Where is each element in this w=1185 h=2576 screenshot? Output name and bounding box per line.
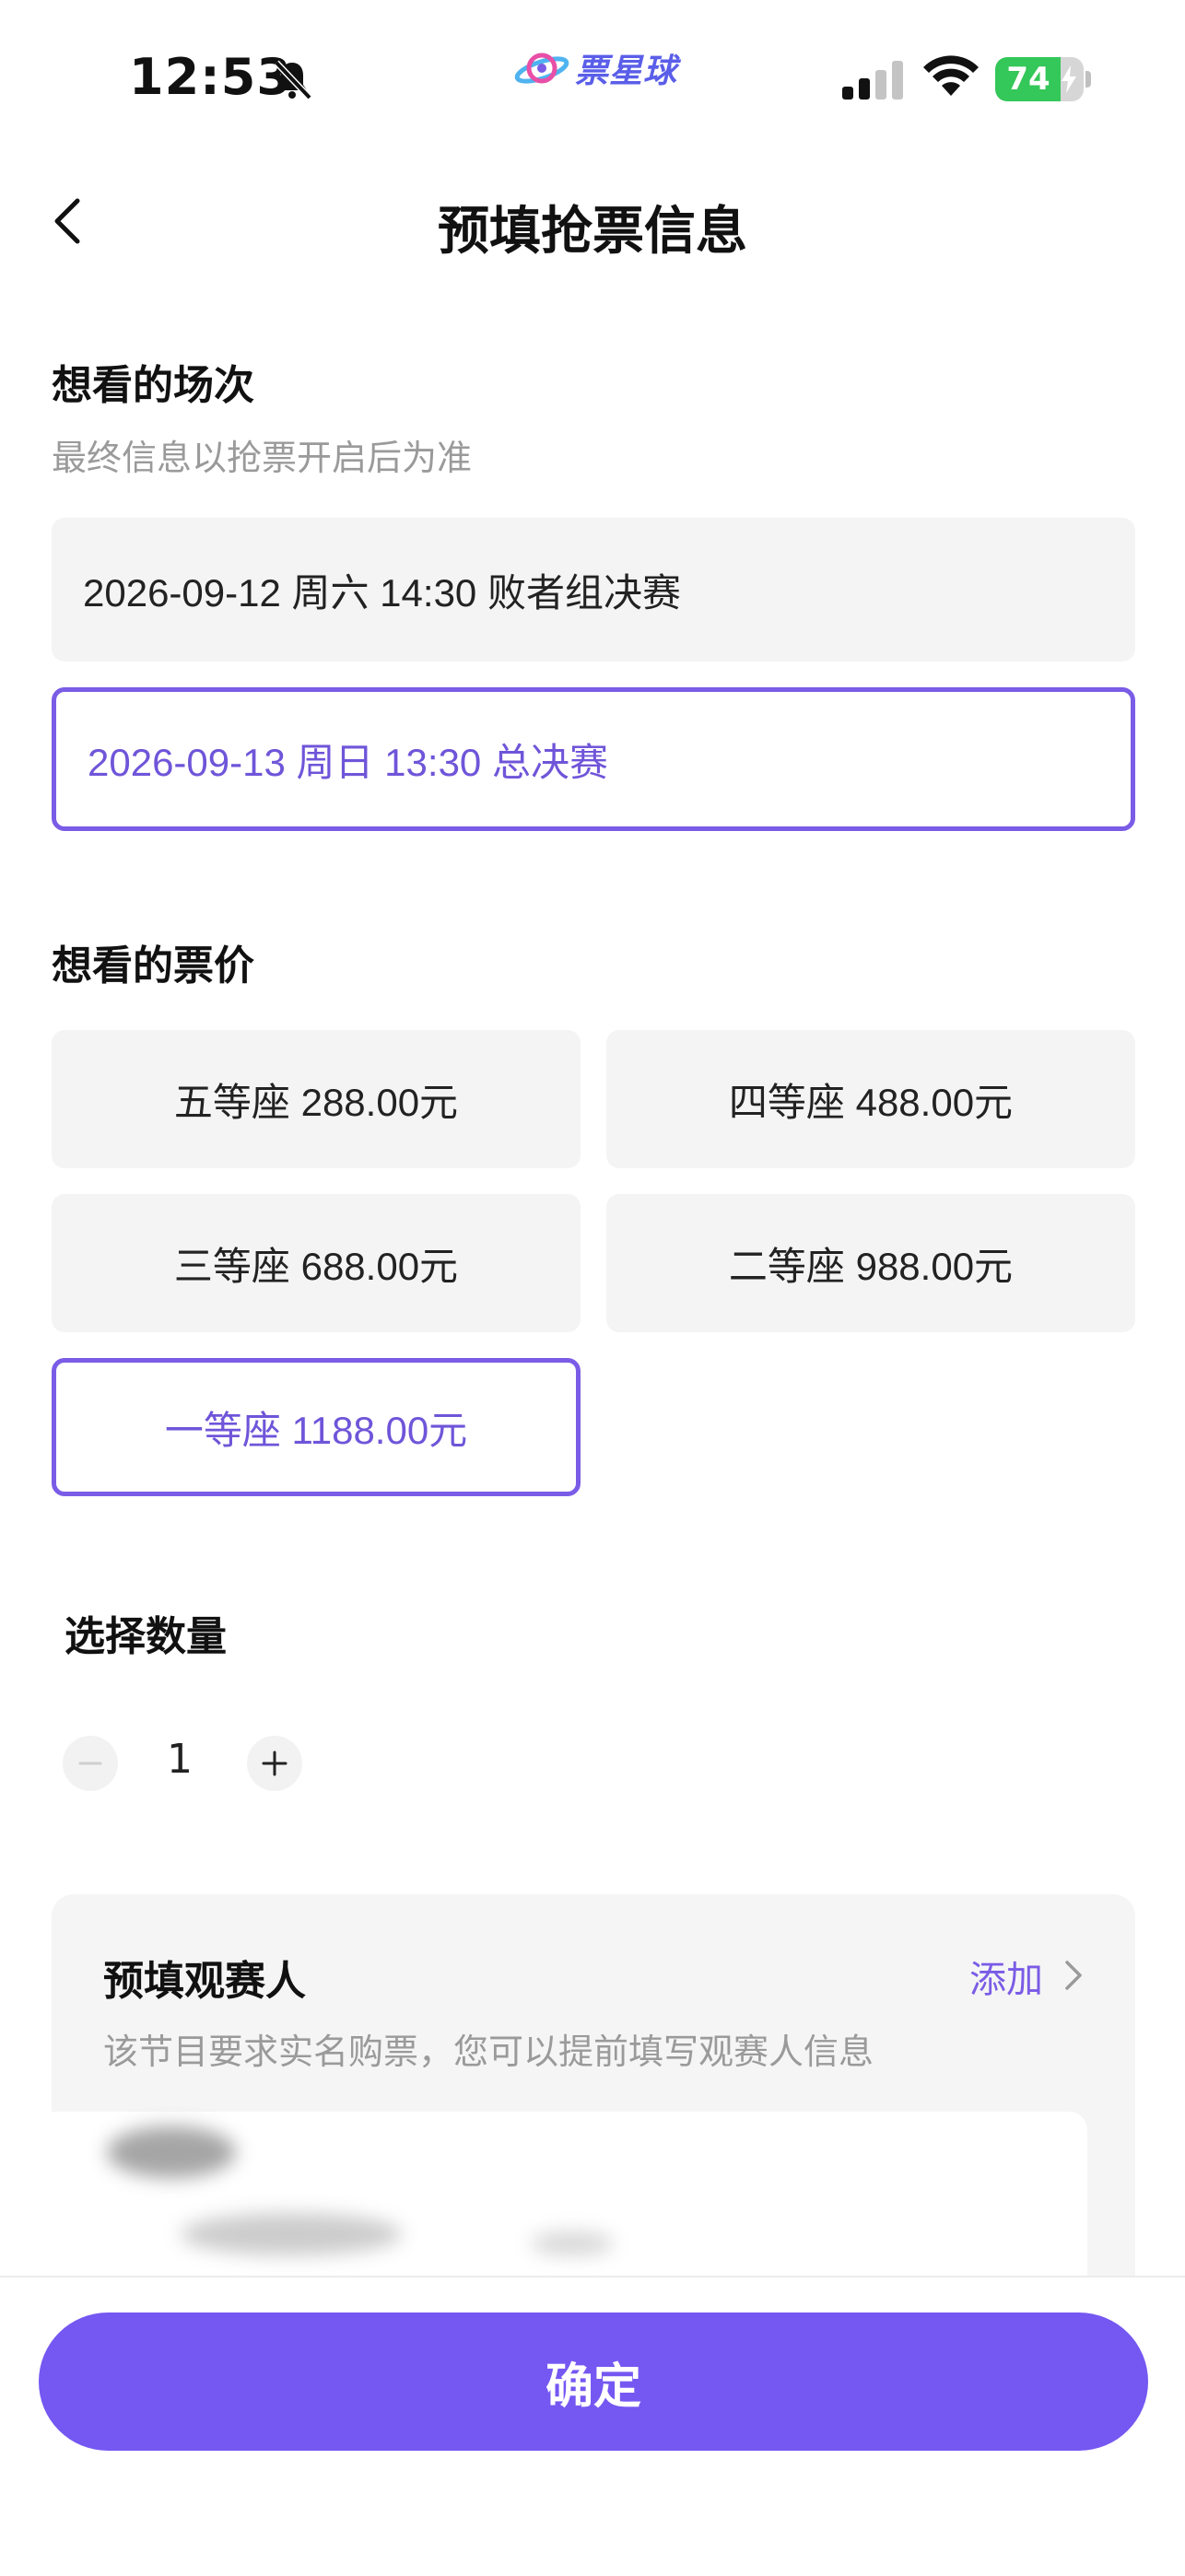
minus-icon — [78, 1762, 102, 1765]
add-attendee-link[interactable]: 添加 — [969, 1950, 1043, 2003]
price-option-label: 四等座 488.00元 — [728, 1080, 1014, 1124]
price-option-label: 一等座 1188.00元 — [164, 1408, 468, 1452]
wifi-icon — [923, 55, 979, 96]
back-button[interactable] — [41, 193, 96, 249]
session-section-subtitle: 最终信息以抢票开启后为准 — [52, 438, 473, 478]
confirm-button[interactable]: 确定 — [39, 2313, 1148, 2451]
price-option-5th-class[interactable]: 五等座 288.00元 — [52, 1030, 581, 1168]
app-name: 票星球 — [575, 53, 678, 90]
plus-icon — [262, 1751, 287, 1776]
status-bar: 12:53 票星球 74 — [0, 0, 1185, 157]
chevron-right-icon[interactable] — [1060, 1957, 1087, 1994]
planet-logo-icon — [514, 53, 569, 84]
price-option-label: 五等座 288.00元 — [173, 1080, 459, 1124]
redacted-id — [181, 2213, 402, 2255]
session-section-title: 想看的场次 — [52, 362, 254, 409]
session-option-semifinal[interactable]: 2026-09-12 周六 14:30 败者组决赛 — [52, 518, 1135, 662]
price-section-title: 想看的票价 — [52, 943, 254, 989]
attendee-subtitle: 该节目要求实名购票，您可以提前填写观赛人信息 — [103, 2032, 874, 2072]
status-time: 12:53 — [129, 48, 292, 106]
battery-percent: 74 — [1006, 61, 1050, 98]
session-option-final[interactable]: 2026-09-13 周日 13:30 总决赛 — [52, 687, 1135, 831]
bell-slash-icon — [274, 60, 312, 100]
bottom-action-bar: 确定 — [0, 2276, 1185, 2576]
redacted-detail — [531, 2231, 614, 2255]
price-option-3rd-class[interactable]: 三等座 688.00元 — [52, 1194, 581, 1332]
redacted-name — [107, 2126, 236, 2178]
quantity-value: 1 — [167, 1736, 193, 1783]
price-option-1st-class[interactable]: 一等座 1188.00元 — [52, 1358, 581, 1496]
session-option-label: 2026-09-12 周六 14:30 败者组决赛 — [83, 570, 681, 615]
quantity-section-title: 选择数量 — [65, 1613, 227, 1660]
price-option-label: 二等座 988.00元 — [728, 1244, 1014, 1288]
price-option-label: 三等座 688.00元 — [173, 1244, 459, 1288]
cellular-signal-icon — [842, 61, 903, 100]
charging-bolt-icon — [1062, 65, 1076, 93]
quantity-decrement-button[interactable] — [63, 1736, 118, 1791]
attendee-title: 预填观赛人 — [103, 1958, 306, 2005]
price-option-2nd-class[interactable]: 二等座 988.00元 — [606, 1194, 1135, 1332]
battery-cap — [1085, 71, 1091, 88]
page-title: 预填抢票信息 — [438, 202, 747, 262]
session-option-label: 2026-09-13 周日 13:30 总决赛 — [88, 740, 608, 784]
quantity-increment-button[interactable] — [247, 1736, 302, 1791]
battery-indicator: 74 — [995, 57, 1084, 101]
app-logo: 票星球 — [512, 46, 677, 90]
price-option-4th-class[interactable]: 四等座 488.00元 — [606, 1030, 1135, 1168]
